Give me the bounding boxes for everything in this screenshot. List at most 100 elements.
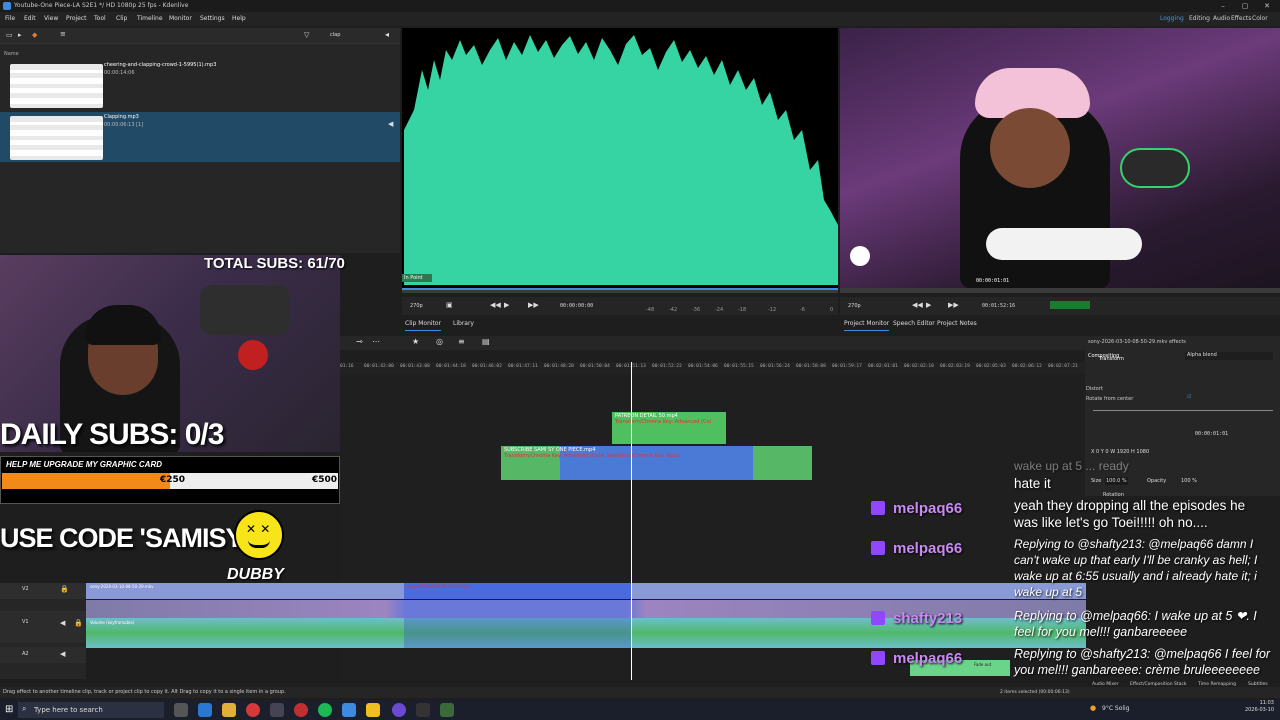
playhead[interactable] <box>631 362 632 680</box>
blend-select[interactable]: Alpha blend <box>1185 352 1273 360</box>
tag-icon[interactable]: ◆ <box>32 31 37 39</box>
layout-audio[interactable]: Audio <box>1213 12 1230 26</box>
clip-timecode[interactable]: 00:00:00:00 <box>560 303 593 309</box>
speaker-icon[interactable]: ◀ <box>60 650 65 658</box>
razor-tool-icon[interactable]: ⊸ <box>356 337 363 346</box>
timeline-clip-patreon[interactable]: PATREON DETAIL 50.mp4 Transform/Chroma K… <box>612 412 726 444</box>
app-icon[interactable] <box>440 703 454 717</box>
maximize-button[interactable]: ▢ <box>1234 0 1256 12</box>
obs-studio-icon[interactable] <box>416 703 430 717</box>
tab-project-notes[interactable]: Project Notes <box>937 318 977 330</box>
chrome-icon[interactable] <box>246 703 260 717</box>
weather-text[interactable]: 9°C Solig <box>1102 705 1130 712</box>
spotify-icon[interactable] <box>318 703 332 717</box>
menu-icon[interactable]: ≡ <box>60 30 66 38</box>
timeline-clip-subscribe[interactable]: SUBSCRIBE SAMI SY ONE PIECE.mp4 Transfor… <box>501 446 812 480</box>
add-clip-icon[interactable]: ▭ <box>6 31 13 39</box>
snap-icon[interactable]: ◎ <box>436 337 443 346</box>
speaker-icon[interactable]: ◀ <box>388 120 393 128</box>
task-view-icon[interactable] <box>174 703 188 717</box>
rewind-icon[interactable]: ◀◀ <box>490 301 501 309</box>
layout-effects[interactable]: Effects <box>1231 12 1251 26</box>
bin-clip-item-selected[interactable]: Clapping.mp3 00:00:06:13 [1] ◀ <box>0 112 400 162</box>
selected-audio-clip[interactable] <box>404 618 632 648</box>
layout-logging[interactable]: Logging <box>1160 12 1184 26</box>
menu-timeline[interactable]: Timeline <box>137 12 163 26</box>
play-icon[interactable]: ▶ <box>504 301 509 309</box>
transform-effect-title[interactable]: Transform <box>1099 356 1124 362</box>
lock-icon[interactable]: 🔒 <box>60 585 69 593</box>
layout-editing[interactable]: Editing <box>1189 12 1210 26</box>
menu-help[interactable]: Help <box>232 12 246 26</box>
menu-settings[interactable]: Settings <box>200 12 225 26</box>
file-explorer-icon[interactable] <box>222 703 236 717</box>
filter-icon[interactable]: ▽ <box>304 31 309 39</box>
spacer-tool-icon[interactable]: ⋯ <box>372 337 380 346</box>
clip-monitor-ruler[interactable] <box>402 288 838 293</box>
tab-clip-monitor[interactable]: Clip Monitor <box>405 318 442 331</box>
geometry-values[interactable]: X 0 Y 0 W 1920 H 1080 <box>1091 449 1149 455</box>
menu-monitor[interactable]: Monitor <box>169 12 192 26</box>
mixer-icon[interactable]: ≡ <box>458 337 465 346</box>
notes-icon[interactable] <box>366 703 380 717</box>
tab-library[interactable]: Library <box>453 318 474 330</box>
menu-file[interactable]: File <box>5 12 15 26</box>
layout-color[interactable]: Color <box>1252 12 1268 26</box>
tab-effect-stack[interactable]: Effect/Composition Stack <box>1130 679 1186 690</box>
project-timecode[interactable]: 00:01:52:16 <box>982 303 1015 309</box>
tab-time-remapping[interactable]: Time Remapping <box>1198 679 1236 690</box>
rotate-checkbox[interactable]: ☑ <box>1187 394 1191 400</box>
lock-icon[interactable]: 🔒 <box>74 619 83 627</box>
keyframe-line[interactable] <box>1093 410 1273 411</box>
track-header-v2[interactable]: V2 🔒 <box>0 583 86 599</box>
track-header-a2[interactable]: A2 ◀ <box>0 647 86 663</box>
goal-current: €250 <box>160 475 186 485</box>
taskbar-search-input[interactable]: Type here to search <box>18 702 164 718</box>
menu-tool[interactable]: Tool <box>94 12 106 26</box>
video-track-v2[interactable]: sony-2026-03-10-08-50-29.mkv sony-2026-0… <box>86 583 1086 599</box>
ruler-label: 00:01:48:20 <box>544 364 574 369</box>
play-icon[interactable]: ▶ <box>926 301 931 309</box>
menu-edit[interactable]: Edit <box>24 12 36 26</box>
windows-start-icon[interactable]: ⊞ <box>5 704 13 715</box>
tab-speech-editor[interactable]: Speech Editor <box>893 318 935 330</box>
twitch-icon <box>871 611 885 625</box>
clear-search-icon[interactable]: ◂ <box>385 30 389 39</box>
rewind-icon[interactable]: ◀◀ <box>912 301 923 309</box>
kdenlive-taskbar-icon[interactable] <box>342 703 356 717</box>
effect-timecode[interactable]: 00:00:01:01 <box>1195 431 1228 437</box>
fade-label: Fade out <box>974 662 992 667</box>
selection-info: 2 items selected (00:00:06:13) <box>1000 690 1070 695</box>
ruler-label: 00:01:55:15 <box>724 364 754 369</box>
edge-icon[interactable] <box>198 703 212 717</box>
project-monitor[interactable]: 00:00:01:01 <box>840 28 1280 288</box>
window-title: Youtube-One Piece-LA S2E1 */ HD 1080p 25… <box>14 2 189 9</box>
tab-audio-mixer[interactable]: Audio Mixer <box>1092 679 1119 690</box>
audio-level-meter <box>1050 301 1090 309</box>
bin-search-input[interactable]: clap <box>330 32 340 38</box>
menu-clip[interactable]: Clip <box>116 12 127 26</box>
folder-icon[interactable]: ▸ <box>18 31 22 39</box>
project-monitor-ruler[interactable] <box>840 288 1280 293</box>
minimize-button[interactable]: – <box>1212 0 1234 12</box>
close-button[interactable]: ✕ <box>1256 0 1278 12</box>
zoom-select[interactable]: 270p <box>410 303 423 309</box>
bin-clip-item[interactable]: cheering-and-clapping-crowd-1-5995(1).mp… <box>8 60 400 110</box>
system-clock[interactable]: 11:03 2026-03-10 <box>1245 700 1274 714</box>
menu-project[interactable]: Project <box>66 12 87 26</box>
zoom-select[interactable]: 270p <box>848 303 861 309</box>
discord-icon[interactable] <box>392 703 406 717</box>
menu-view[interactable]: View <box>44 12 58 26</box>
app-icon[interactable] <box>270 703 284 717</box>
fullscreen-icon[interactable]: ▣ <box>446 301 453 309</box>
grid-icon[interactable]: ▤ <box>482 337 490 346</box>
tab-subtitles[interactable]: Subtitles <box>1248 679 1268 690</box>
timeline-ruler[interactable]: 01:16 00:01:42:00 00:01:43:08 00:01:44:1… <box>340 362 1085 374</box>
mute-icon[interactable]: ◀ <box>60 619 65 627</box>
marker-icon[interactable]: ★ <box>412 337 419 346</box>
tab-project-monitor[interactable]: Project Monitor <box>844 318 890 331</box>
obs-icon[interactable] <box>294 703 308 717</box>
forward-icon[interactable]: ▶▶ <box>528 301 539 309</box>
forward-icon[interactable]: ▶▶ <box>948 301 959 309</box>
track-header-v1[interactable]: V1 ◀ 🔒 <box>0 611 86 643</box>
